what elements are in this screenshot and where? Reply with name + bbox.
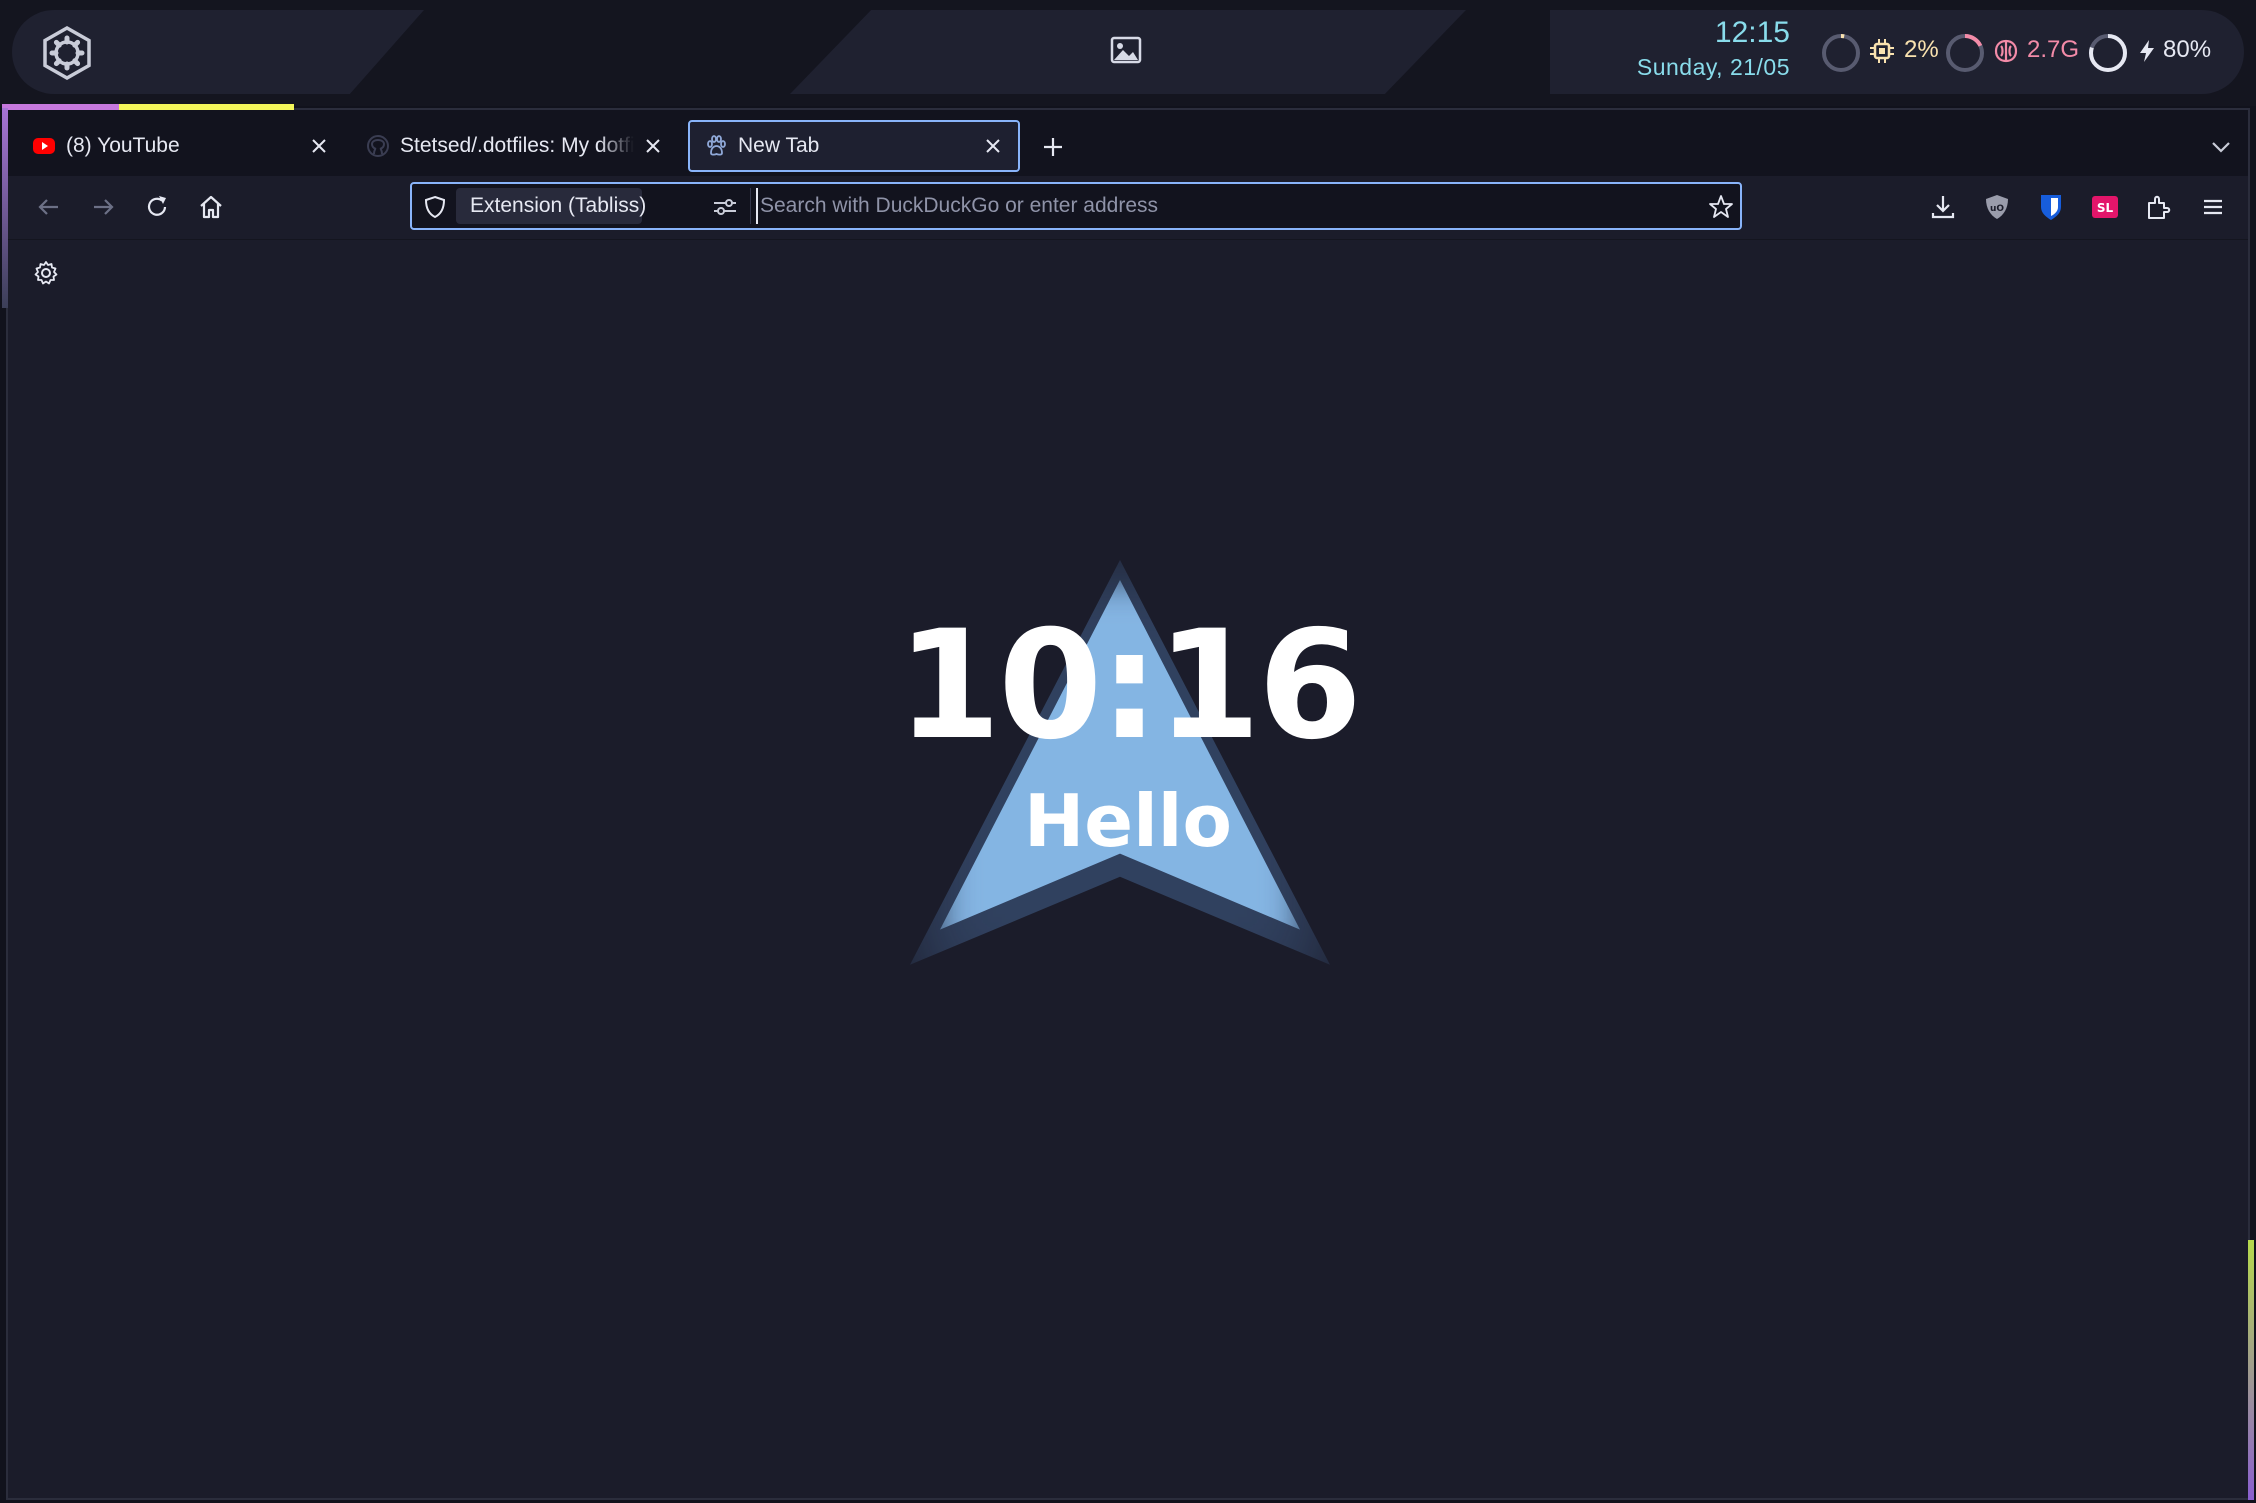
extensions-icon[interactable] — [2144, 192, 2174, 222]
identity-box[interactable]: Extension (Tabliss) — [456, 188, 646, 224]
identity-label: Extension (Tabliss) — [470, 194, 647, 217]
top-bar: 12:15 Sunday, 21/05 2% 2.7G 80% — [0, 0, 2256, 106]
reload-icon[interactable] — [142, 192, 172, 222]
close-icon[interactable] — [642, 135, 664, 157]
tab-strip: (8) YouTube Stetsed/.dotfiles: My dotfil… — [8, 110, 2248, 176]
battery-ring — [2089, 34, 2127, 72]
gear-icon[interactable] — [32, 259, 60, 287]
svg-text:SL: SL — [2097, 201, 2114, 215]
newtab-greeting: Hello — [1024, 779, 1232, 863]
memory-icon — [1994, 39, 2018, 63]
gear-hexagon-icon[interactable] — [40, 26, 94, 80]
new-tab-plus-icon[interactable] — [1038, 132, 1068, 162]
tracking-protection-shield-icon[interactable] — [422, 194, 448, 220]
newtab-clock: 10:16 — [896, 599, 1362, 773]
window-accent-right — [2248, 1240, 2254, 1500]
permissions-sliders-icon[interactable] — [712, 196, 738, 218]
memory-usage: 2.7G — [2027, 36, 2080, 63]
chevron-down-icon[interactable] — [2208, 134, 2234, 160]
url-separator — [750, 188, 751, 224]
memory-ring — [1946, 34, 1984, 72]
youtube-icon — [33, 138, 55, 154]
simplelogin-icon[interactable]: SL — [2090, 192, 2120, 222]
url-bar[interactable]: Extension (Tabliss) — [410, 182, 1742, 230]
desktop: 12:15 Sunday, 21/05 2% 2.7G 80% (8) YouT… — [0, 0, 2256, 1503]
menu-icon[interactable] — [2198, 192, 2228, 222]
window-accent-left — [2, 108, 8, 308]
image-icon[interactable] — [1110, 36, 1142, 64]
download-icon[interactable] — [1928, 192, 1958, 222]
forward-arrow-icon[interactable] — [88, 192, 118, 222]
github-icon — [367, 135, 389, 157]
window-accent-top — [2, 104, 294, 110]
clock-time: 12:15 — [1714, 16, 1790, 49]
tab-new-tab[interactable]: New Tab — [688, 120, 1020, 172]
cpu-ring — [1822, 34, 1860, 72]
nav-bar: Extension (Tabliss) uO — [8, 176, 2248, 240]
bitwarden-icon[interactable] — [2036, 192, 2066, 222]
tab-github-dotfiles[interactable]: Stetsed/.dotfiles: My dotfiles — [352, 120, 678, 172]
cpu-usage: 2% — [1904, 36, 1939, 63]
home-icon[interactable] — [196, 192, 226, 222]
bolt-icon — [2140, 40, 2154, 62]
cpu-icon — [1870, 39, 1894, 63]
ublock-icon[interactable]: uO — [1982, 192, 2012, 222]
ring-track — [1822, 34, 1860, 72]
tab-youtube[interactable]: (8) YouTube — [18, 120, 344, 172]
tab-title: (8) YouTube — [66, 134, 180, 157]
clock-date: Sunday, 21/05 — [1636, 54, 1790, 80]
battery-level: 80% — [2163, 36, 2212, 63]
close-icon[interactable] — [982, 135, 1004, 157]
svg-text:uO: uO — [1990, 204, 2004, 214]
tab-title: Stetsed/.dotfiles: My dotfiles — [400, 134, 634, 157]
tab-title: New Tab — [738, 134, 820, 157]
tabliss-icon — [707, 135, 726, 156]
address-search-input[interactable] — [756, 188, 1696, 224]
back-arrow-icon[interactable] — [34, 192, 64, 222]
close-icon[interactable] — [308, 135, 330, 157]
bookmark-star-icon[interactable] — [1708, 194, 1734, 220]
